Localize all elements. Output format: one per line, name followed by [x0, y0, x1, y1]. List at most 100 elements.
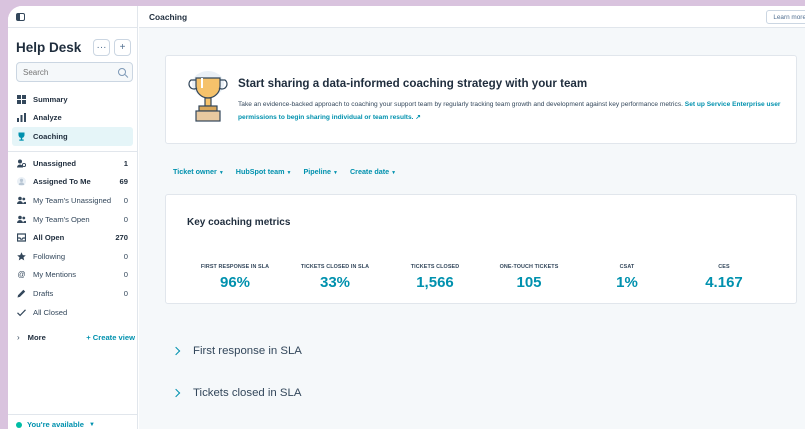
unassigned-icon — [17, 159, 26, 168]
sidebar-item-count: 270 — [115, 233, 128, 243]
pencil-icon — [17, 289, 26, 298]
sidebar-item-label: Summary — [33, 94, 68, 104]
sidebar-title: Help Desk — [16, 40, 82, 55]
sidebar-top-bar — [8, 6, 137, 28]
sidebar-item-label: My Team's Unassigned — [33, 195, 112, 205]
learn-more-button[interactable]: Learn more — [766, 10, 805, 24]
filter-create-date[interactable]: Create date ▼ — [350, 167, 396, 176]
trophy-icon — [17, 132, 26, 141]
inbox-icon — [17, 233, 26, 242]
metric-ces: CES 4.167 — [669, 264, 779, 291]
sidebar-header: Help Desk ··· + — [16, 39, 131, 56]
sidebar-more-button[interactable]: ··· — [93, 39, 110, 56]
at-icon: @ — [17, 270, 26, 280]
sidebar-item-coaching[interactable]: Coaching — [12, 127, 133, 146]
chevron-right-icon — [171, 346, 181, 356]
metric-one-touch-tickets: ONE-TOUCH TICKETS 105 — [474, 264, 584, 291]
sidebar-item-count: 0 — [123, 195, 128, 205]
views-nav: Unassigned 1 Assigned To Me 69 My Team's… — [12, 154, 133, 321]
availability-toggle[interactable]: You're available ▼ — [8, 414, 137, 429]
sidebar-item-label: Following — [33, 251, 66, 261]
section-first-response-in-sla[interactable]: First response in SLA — [171, 345, 302, 357]
sidebar-item-all-open[interactable]: All Open 270 — [12, 228, 133, 247]
sidebar-item-label: Analyze — [33, 113, 62, 123]
sidebar-item-my-teams-open[interactable]: My Team's Open 0 — [12, 210, 133, 229]
sidebar-more-row: › More + Create view — [17, 333, 135, 342]
sidebar-item-my-teams-unassigned[interactable]: My Team's Unassigned 0 — [12, 191, 133, 210]
filter-bar: Ticket owner ▼ HubSpot team ▼ Pipeline ▼ Cr… — [173, 167, 396, 176]
bar-chart-icon — [17, 113, 26, 123]
metric-first-response-in-sla: FIRST RESPONSE IN SLA 96% — [180, 264, 290, 291]
sidebar-item-label: All Open — [33, 233, 65, 243]
key-metrics-card: Key coaching metrics FIRST RESPONSE IN S… — [165, 194, 797, 304]
section-title: Tickets closed in SLA — [193, 387, 302, 399]
star-icon — [17, 252, 26, 261]
banner-body-text: Take an evidence-backed approach to coac… — [238, 101, 685, 108]
sidebar-add-button[interactable]: + — [114, 39, 131, 56]
team-icon — [17, 196, 26, 205]
check-icon — [17, 308, 26, 317]
main-content: Coaching Learn more Start sharing a data… — [139, 6, 805, 429]
metric-value: 105 — [516, 274, 542, 291]
metrics-title: Key coaching metrics — [187, 217, 291, 228]
sidebar-item-label: All Closed — [33, 307, 68, 317]
metric-label: FIRST RESPONSE IN SLA — [200, 264, 270, 270]
sidebar-item-label: Assigned To Me — [33, 177, 91, 187]
sidebar-item-label: Drafts — [33, 288, 54, 298]
sidebar-item-label: My Mentions — [33, 270, 77, 280]
sidebar-toggle-icon[interactable] — [16, 12, 25, 21]
metric-label: CES — [718, 264, 730, 270]
chevron-right-icon[interactable]: › — [17, 333, 20, 342]
sidebar-item-count: 0 — [123, 251, 128, 261]
filter-hubspot-team[interactable]: HubSpot team ▼ — [236, 167, 292, 176]
metric-value: 96% — [219, 274, 251, 291]
metric-label: CSAT — [619, 264, 635, 270]
sidebar-search[interactable] — [16, 62, 133, 82]
filter-label: Ticket owner — [173, 167, 217, 176]
page-title: Coaching — [149, 11, 188, 22]
section-title: First response in SLA — [193, 345, 302, 357]
sidebar-item-drafts[interactable]: Drafts 0 — [12, 284, 133, 303]
sidebar-item-analyze[interactable]: Analyze — [12, 109, 133, 128]
caret-down-icon: ▼ — [88, 421, 95, 428]
availability-label: You're available — [27, 420, 84, 429]
sidebar-item-unassigned[interactable]: Unassigned 1 — [12, 154, 133, 173]
sidebar-item-count: 0 — [123, 288, 128, 298]
status-dot-icon — [16, 421, 22, 428]
create-view-link[interactable]: + Create view — [86, 333, 135, 342]
search-input[interactable] — [23, 67, 118, 77]
sidebar: Help Desk ··· + Summary Analyze — [8, 6, 138, 429]
sidebar-item-following[interactable]: Following 0 — [12, 247, 133, 266]
sidebar-item-assigned-to-me[interactable]: Assigned To Me 69 — [12, 173, 133, 192]
filter-ticket-owner[interactable]: Ticket owner ▼ — [173, 167, 224, 176]
metric-label: TICKETS CLOSED IN SLA — [300, 264, 370, 270]
sidebar-item-my-mentions[interactable]: @ My Mentions 0 — [12, 266, 133, 285]
sidebar-item-label: My Team's Open — [33, 214, 90, 224]
sidebar-divider — [8, 151, 137, 152]
metric-value: 4.167 — [705, 274, 743, 291]
banner-heading: Start sharing a data-informed coaching s… — [238, 77, 588, 90]
section-tickets-closed-in-sla[interactable]: Tickets closed in SLA — [171, 387, 302, 399]
sidebar-item-count: 69 — [119, 177, 128, 187]
filter-label: HubSpot team — [235, 167, 285, 176]
banner-body: Take an evidence-backed approach to coac… — [238, 99, 786, 124]
sidebar-item-summary[interactable]: Summary — [12, 90, 133, 109]
more-views-toggle[interactable]: More — [28, 333, 87, 342]
metric-tickets-closed-in-sla: TICKETS CLOSED IN SLA 33% — [280, 264, 390, 291]
summary-icon — [17, 94, 26, 104]
team-icon — [17, 215, 26, 224]
chevron-right-icon — [171, 388, 181, 398]
sidebar-item-all-closed[interactable]: All Closed — [12, 303, 133, 322]
caret-down-icon: ▼ — [333, 170, 338, 176]
caret-down-icon: ▼ — [218, 170, 224, 176]
sidebar-item-count: 0 — [123, 214, 128, 224]
metric-csat: CSAT 1% — [572, 264, 682, 291]
filter-pipeline[interactable]: Pipeline ▼ — [303, 167, 338, 176]
page-header: Coaching Learn more — [139, 6, 805, 28]
avatar-icon — [17, 177, 26, 187]
caret-down-icon: ▼ — [391, 170, 397, 176]
sidebar-item-label: Coaching — [33, 131, 68, 141]
sidebar-item-count: 0 — [123, 270, 128, 280]
primary-nav: Summary Analyze Coaching — [12, 90, 133, 146]
coaching-banner: Start sharing a data-informed coaching s… — [165, 55, 797, 144]
